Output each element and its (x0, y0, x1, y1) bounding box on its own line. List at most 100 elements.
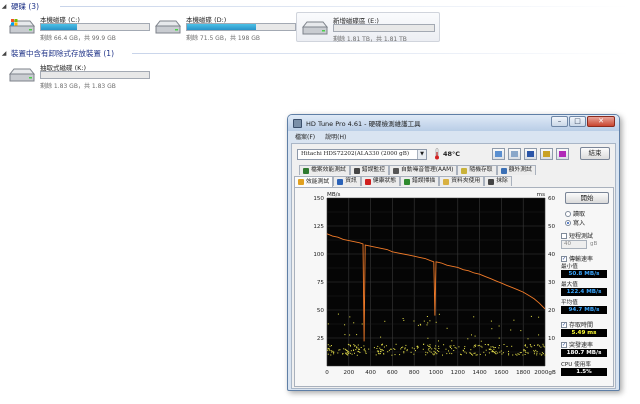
access-time-point (522, 354, 524, 356)
access-time-point (464, 351, 466, 353)
download-button[interactable] (556, 148, 569, 160)
tab-benchmark[interactable]: 效能測試 (294, 176, 334, 187)
access-time-point (525, 345, 526, 347)
access-time-point (384, 320, 386, 322)
checkmark-icon: ✓ (561, 255, 567, 262)
removable-header[interactable]: ◢ 裝置中含有卸除式存放裝置 (1) (0, 47, 114, 59)
y-left-tick-label: 125 (313, 224, 324, 230)
access-time-point (402, 346, 404, 348)
access-time-point (364, 348, 366, 350)
divider (60, 6, 630, 7)
copy-text-button[interactable] (508, 148, 521, 160)
tab-info[interactable]: 資訊 (333, 176, 361, 186)
drive-c[interactable]: 本機磁碟 (C:) 剩餘 66.4 GB，共 99.9 GB (4, 12, 150, 42)
drive-k[interactable]: 抽取式磁碟 (K:) 剩餘 1.83 GB，共 1.83 GB (4, 60, 150, 90)
drive-e[interactable]: 新增磁碟區 (E:) 剩餘 1.81 TB，共 1.81 TB (296, 12, 440, 43)
tab-file-benchmark[interactable]: 檔案效能測試 (299, 165, 350, 175)
tab-aam[interactable]: 自動噪音管理(AAM) (389, 165, 458, 175)
access-time-point (427, 349, 429, 351)
benchmark-chart-svg: 0 200 400 600 800 1000 1200 1400 1600 1800 2000gB 2… (313, 192, 556, 376)
copy-info-button[interactable] (492, 148, 505, 160)
tab-erase[interactable]: 抹除 (484, 176, 512, 186)
tab-folder-usage[interactable]: 資料夾使用 (439, 176, 485, 186)
access-time-point (508, 353, 510, 355)
access-time-point (475, 345, 476, 347)
access-time-point (513, 319, 515, 321)
access-time-point (358, 351, 360, 353)
y-right-tick-label: 60 (548, 196, 556, 202)
menu-file[interactable]: 檔案(F) (295, 132, 315, 142)
y-left-axis-label: MB/s (327, 192, 341, 198)
options-button[interactable] (540, 148, 553, 160)
collapse-arrow-icon[interactable]: ◢ (0, 50, 8, 57)
exit-button[interactable]: 結束 (580, 147, 610, 160)
access-time-point (446, 353, 448, 355)
access-time-point (379, 347, 381, 349)
access-time-point (364, 350, 366, 352)
checkmark-icon: ✓ (561, 321, 567, 328)
access-time-point (490, 346, 492, 348)
chevron-down-icon[interactable]: ▼ (417, 150, 426, 159)
access-time-point (446, 327, 448, 329)
access-time-point (450, 345, 452, 347)
short-stroke-input[interactable]: 40 (561, 240, 587, 249)
read-radio[interactable]: 讀取 (565, 209, 585, 218)
access-time-point (519, 352, 521, 354)
title-bar[interactable]: HD Tune Pro 4.61 - 硬碟檢測維護工具 – □ ✕ (288, 115, 619, 131)
menu-help[interactable]: 說明(H) (325, 132, 346, 142)
y-right-tick-label: 40 (548, 252, 556, 258)
access-time-point (433, 350, 435, 352)
access-time-point (429, 350, 431, 352)
short-stroke-checkbox[interactable]: 短程測試 (561, 231, 593, 240)
access-time-point (433, 354, 435, 356)
close-button[interactable]: ✕ (587, 116, 615, 127)
maximize-button[interactable]: □ (569, 116, 586, 127)
access-time-point (365, 351, 367, 353)
access-time-point (453, 345, 455, 347)
access-time-point (390, 348, 392, 350)
save-button[interactable] (524, 148, 537, 160)
checkmark-icon: ✓ (561, 341, 567, 348)
access-time-point (493, 348, 495, 350)
menu-bar: 檔案(F) 說明(H) (291, 132, 346, 142)
tab-error-scan[interactable]: 錯誤掃描 (400, 176, 440, 186)
tab-extra-tests[interactable]: 額外測試 (496, 165, 536, 175)
access-time-point (381, 349, 383, 351)
access-time-point (425, 351, 427, 353)
tab-random-access[interactable]: 隨機存取 (457, 165, 497, 175)
access-time-point (498, 337, 500, 339)
x-tick-label: 200 (343, 370, 354, 376)
drive-d[interactable]: 本機磁碟 (D:) 剩餘 71.5 GB，共 198 GB (150, 12, 296, 42)
drive-select[interactable]: Hitachi HDS72202(ALA330 (2000 gB) ▼ (297, 149, 427, 160)
access-time-point (361, 323, 363, 325)
speaker-icon (393, 167, 399, 174)
hard-disks-header[interactable]: ◢ 硬碟 (3) (0, 0, 39, 12)
access-time-point (477, 345, 479, 347)
x-tick-label: 600 (387, 370, 398, 376)
access-time-point (454, 346, 456, 348)
drive-free-space: 剩餘 1.81 TB，共 1.81 TB (333, 36, 407, 43)
start-button[interactable]: 開始 (565, 192, 609, 204)
access-time-point (474, 335, 476, 337)
access-time-point (373, 347, 375, 349)
access-time-point (357, 347, 359, 349)
access-time-point (449, 352, 451, 354)
access-time-point (438, 313, 440, 315)
access-time-point (495, 353, 497, 355)
access-time-checkbox[interactable]: ✓ 存取時間 (561, 320, 593, 329)
monitor-icon (353, 167, 360, 174)
access-time-point (430, 351, 432, 353)
access-time-point (357, 344, 359, 346)
tab-error-monitor[interactable]: 錯誤監控 (349, 165, 389, 175)
collapse-arrow-icon[interactable]: ◢ (0, 3, 8, 10)
access-time-point (524, 344, 526, 346)
hdtune-window[interactable]: HD Tune Pro 4.61 - 硬碟檢測維護工具 – □ ✕ 檔案(F) … (287, 114, 620, 391)
tab-health[interactable]: 健康狀態 (360, 176, 401, 186)
access-time-point (474, 352, 476, 354)
access-time-point (520, 352, 522, 353)
write-radio[interactable]: 寫入 (565, 218, 585, 227)
minimize-button[interactable]: – (551, 116, 568, 127)
burst-rate-checkbox[interactable]: ✓ 突發速率 (561, 340, 593, 349)
x-tick-label: 800 (409, 370, 420, 376)
access-time-point (484, 344, 486, 345)
